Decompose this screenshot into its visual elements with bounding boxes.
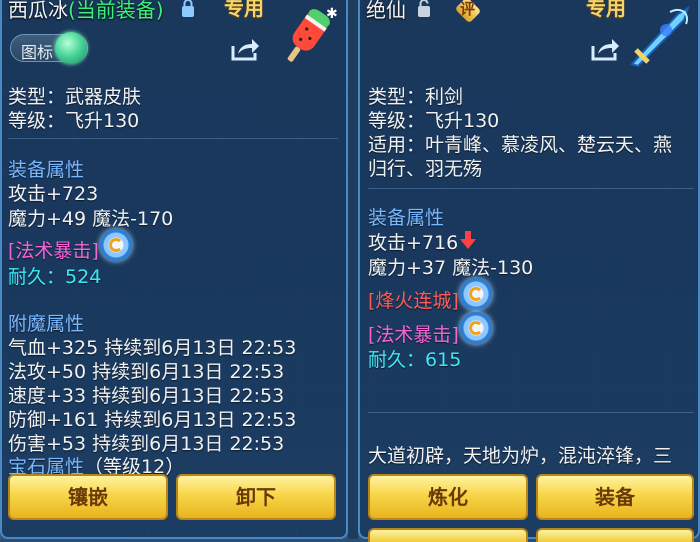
applies-to-line1: 适用：叶青峰、慕凌风、楚云天、燕 <box>368 134 673 156</box>
item-type: 类型：利剑 <box>368 86 464 108</box>
enchant-heading: 附魔属性 <box>8 313 85 335</box>
inlay-button[interactable]: 镶嵌 <box>8 474 168 520</box>
compare-equipment-panel: 绝仙 评 专用 类型：利剑 等级：飞升130 适用：叶青峰、慕凌风、楚云天、燕 … <box>358 0 700 542</box>
down-arrow-icon <box>460 230 477 249</box>
sword-icon <box>630 5 690 68</box>
item-title: 西瓜冰(当前装备) <box>8 0 164 23</box>
durability: 耐久：524 <box>8 262 101 289</box>
magic-stat: 魔力+49 魔法-170 <box>8 208 174 230</box>
item-type: 类型：武器皮肤 <box>8 86 142 108</box>
item-level: 等级：飞升130 <box>8 110 140 132</box>
item-name: 西瓜冰 <box>8 0 68 22</box>
magic-stat: 魔力+37 魔法-130 <box>368 257 534 279</box>
item-description: 大道初辟，天地为炉，混沌淬锋，三 <box>368 445 673 467</box>
lock-icon[interactable] <box>180 0 196 18</box>
divider <box>368 188 694 189</box>
share-icon[interactable] <box>230 36 260 62</box>
item-name: 绝仙 <box>366 0 406 22</box>
appraise-badge-text: 评 <box>460 0 476 18</box>
icon-toggle[interactable]: 图标 <box>10 32 88 64</box>
enchant-spell-attack: 法攻+50 持续到6月13日 22:53 <box>8 361 285 383</box>
durability-value: 524 <box>65 266 102 288</box>
panel-gap <box>348 0 358 539</box>
item-level: 等级：飞升130 <box>368 110 500 132</box>
enchant-speed: 速度+33 持续到6月13日 22:53 <box>8 385 285 407</box>
toggle-knob <box>55 32 87 64</box>
equip-attr-heading: 装备属性 <box>8 159 85 181</box>
refresh-spin-icon[interactable] <box>100 229 132 261</box>
unequip-button[interactable]: 卸下 <box>176 474 336 520</box>
toggle-label: 图标 <box>21 43 54 62</box>
svg-text:✱: ✱ <box>326 6 338 22</box>
durability-label: 耐久： <box>368 349 426 371</box>
durability-value: 615 <box>425 349 462 371</box>
divider <box>8 138 338 139</box>
unlock-icon[interactable] <box>416 0 432 18</box>
applies-to-line2: 归行、羽无殇 <box>368 158 483 180</box>
share-icon[interactable] <box>590 36 620 62</box>
popsicle-icon: ✱ <box>287 6 338 62</box>
enchant-hp: 气血+325 持续到6月13日 22:53 <box>8 337 297 359</box>
attack-stat-row: 攻击+716 <box>368 228 477 255</box>
exclusive-label: 专用 <box>586 0 626 20</box>
enchant-defense: 防御+161 持续到6月13日 22:53 <box>8 409 297 431</box>
current-equipment-panel: 西瓜冰(当前装备) 专用 图标 ✱ 类型：武器皮肤 等级：飞升130 装备属性 … <box>0 0 348 539</box>
extra-button-top[interactable] <box>368 528 528 542</box>
attack-stat: 攻击+716 <box>368 232 459 254</box>
skill-beacon-fire: [烽火连城] <box>368 290 459 312</box>
durability: 耐久：615 <box>368 345 461 372</box>
exclusive-label: 专用 <box>224 0 264 20</box>
refresh-spin-icon[interactable] <box>460 278 492 310</box>
refine-button[interactable]: 炼化 <box>368 474 528 520</box>
equipped-status: (当前装备) <box>68 0 164 22</box>
equip-button[interactable]: 装备 <box>536 474 694 520</box>
refresh-spin-icon[interactable] <box>460 312 492 344</box>
extra-button-top[interactable] <box>536 528 694 542</box>
durability-label: 耐久： <box>8 266 66 288</box>
skill-spell-crit: [法术暴击] <box>368 324 459 346</box>
divider <box>368 412 694 413</box>
skill-spell-crit: [法术暴击] <box>8 240 99 262</box>
equip-attr-heading: 装备属性 <box>368 207 445 229</box>
attack-stat: 攻击+723 <box>8 183 99 205</box>
